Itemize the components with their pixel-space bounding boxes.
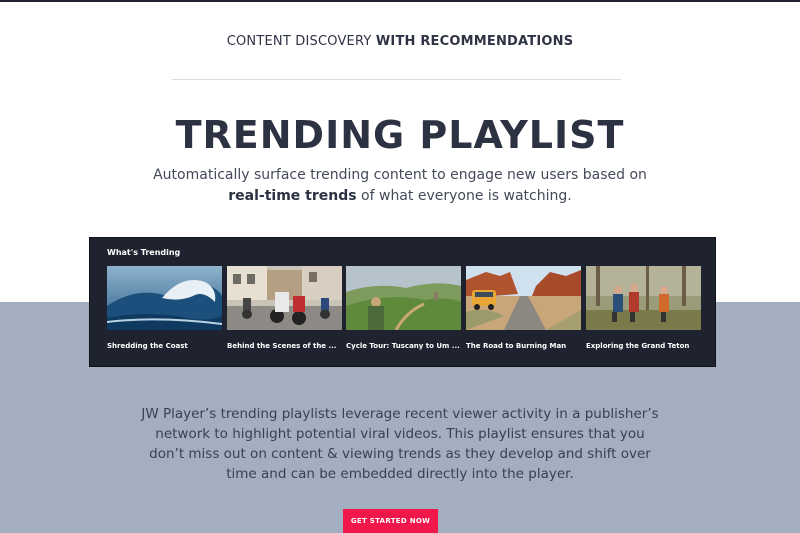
body-line-3: don’t miss out on content & viewing tren…: [149, 446, 651, 462]
page-subtitle: Automatically surface trending content t…: [0, 165, 800, 207]
card-title[interactable]: Shredding the Coast: [107, 342, 222, 350]
thumbnail-motorcycle-street[interactable]: [227, 266, 342, 330]
body-line-1: JW Player’s trending playlists leverage …: [141, 406, 659, 422]
section-eyebrow: CONTENT DISCOVERY WITH RECOMMENDATIONS: [0, 34, 800, 49]
playlist-card[interactable]: The Road to Burning Man: [466, 266, 581, 356]
subtitle-line1: Automatically surface trending content t…: [153, 167, 647, 183]
card-title[interactable]: Exploring the Grand Teton: [586, 342, 701, 350]
eyebrow-bold: WITH RECOMMENDATIONS: [375, 34, 574, 49]
card-title[interactable]: Behind the Scenes of the ...: [227, 342, 342, 350]
divider: [172, 79, 621, 80]
body-line-4: time and can be embedded directly into t…: [226, 466, 574, 482]
playlist-card[interactable]: Cycle Tour: Tuscany to Um ...: [346, 266, 461, 356]
trending-playlist-widget: What's Trending Shredding the Coast Behi…: [89, 237, 716, 367]
playlist-card[interactable]: Exploring the Grand Teton: [586, 266, 701, 356]
body-description: JW Player’s trending playlists leverage …: [0, 404, 800, 484]
card-title[interactable]: Cycle Tour: Tuscany to Um ...: [346, 342, 461, 350]
thumbnail-desert-road[interactable]: [466, 266, 581, 330]
playlist-card[interactable]: Shredding the Coast: [107, 266, 222, 356]
playlist-card[interactable]: Behind the Scenes of the ...: [227, 266, 342, 356]
thumbnail-ocean-wave[interactable]: [107, 266, 222, 330]
top-border: [0, 0, 800, 2]
get-started-button[interactable]: GET STARTED NOW: [343, 509, 438, 533]
subtitle-rest: of what everyone is watching.: [356, 188, 572, 204]
widget-title: What's Trending: [107, 248, 181, 257]
thumbnail-hikers[interactable]: [586, 266, 701, 330]
subtitle-bold: real-time trends: [228, 188, 357, 204]
page-title: TRENDING PLAYLIST: [175, 113, 625, 157]
body-line-2: network to highlight potential viral vid…: [155, 426, 645, 442]
card-title[interactable]: The Road to Burning Man: [466, 342, 581, 350]
eyebrow-light: CONTENT DISCOVERY: [226, 34, 372, 49]
thumbnail-green-hills[interactable]: [346, 266, 461, 330]
